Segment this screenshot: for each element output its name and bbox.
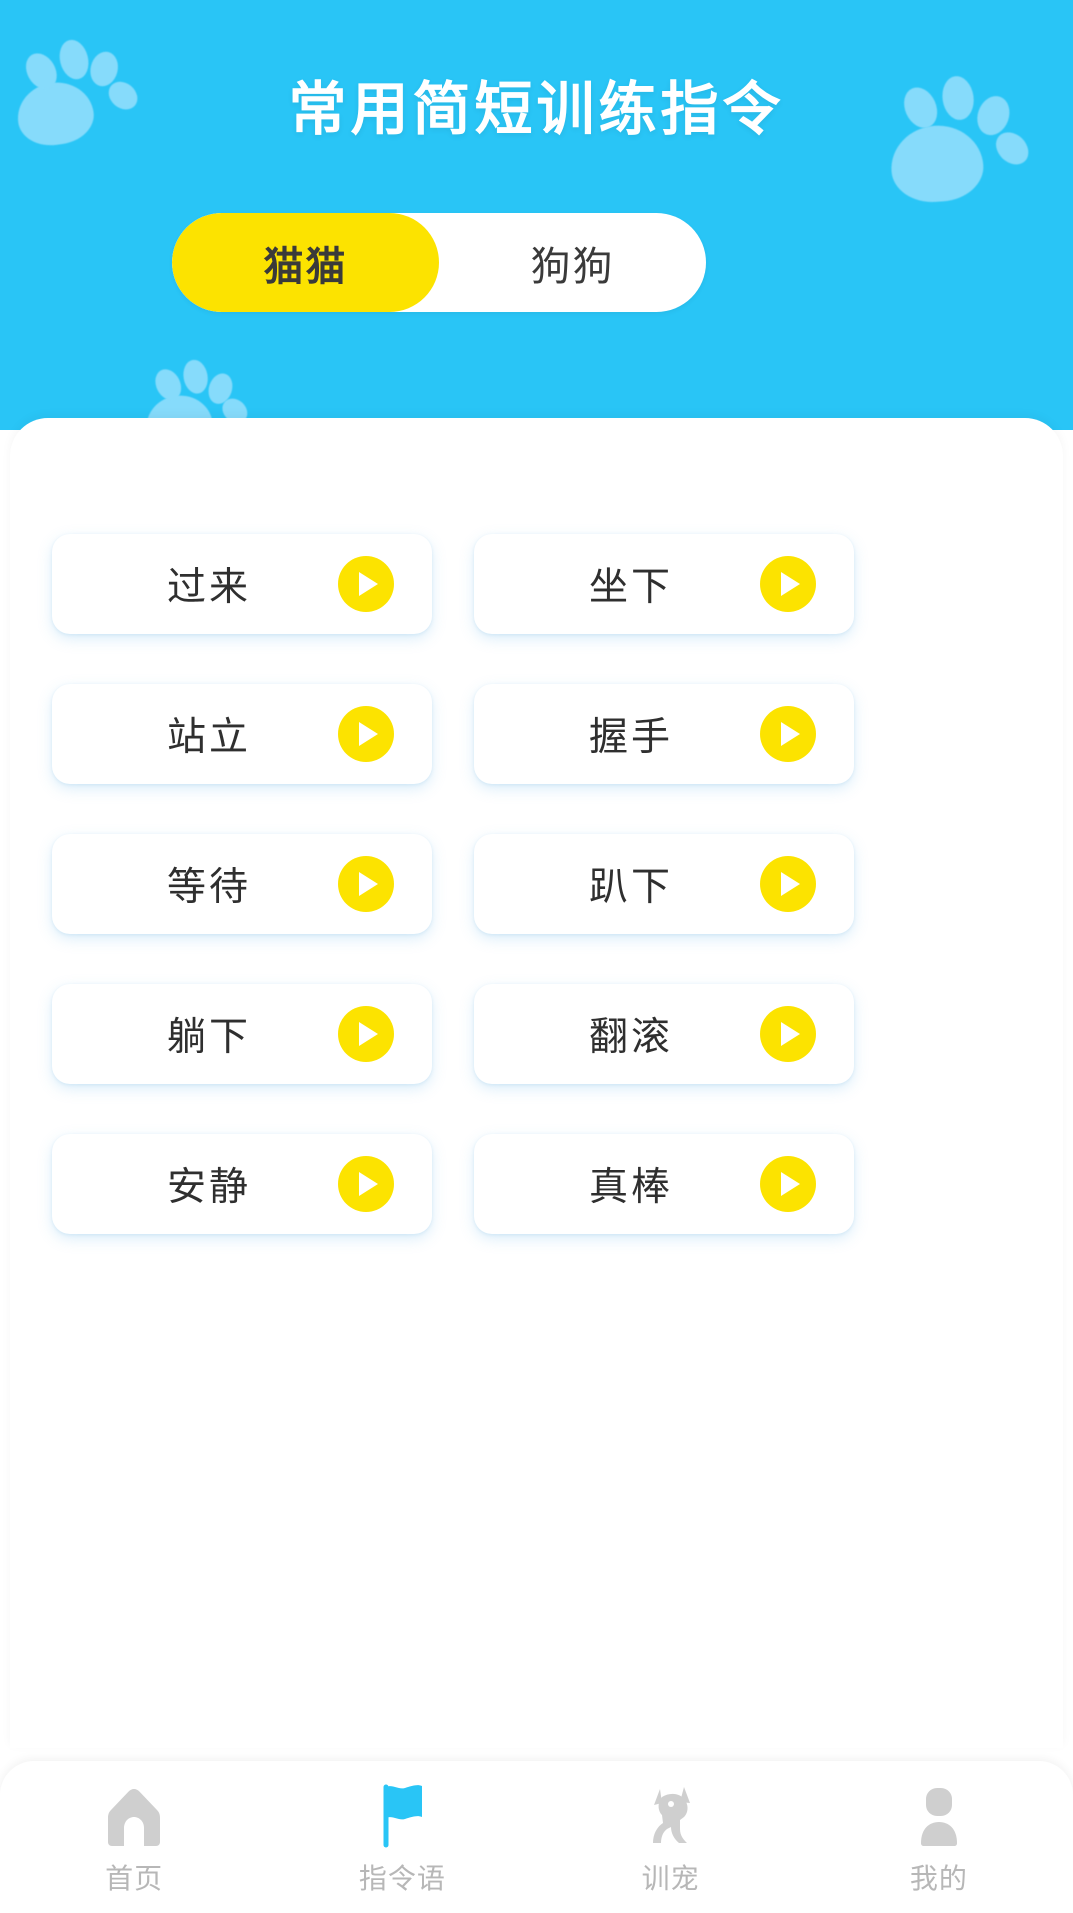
dog-icon (640, 1783, 702, 1851)
command-label: 翻滚 (588, 1016, 673, 1059)
play-icon[interactable] (338, 556, 394, 612)
page-header: 常用简短训练指令 猫猫 狗狗 (0, 0, 1073, 430)
segment-option-dog[interactable]: 狗狗 (439, 213, 706, 312)
play-icon[interactable] (338, 856, 394, 912)
commands-panel: 过来 坐下 站立 握手 等待 趴下 躺下 翻滚 安静 真棒 (10, 418, 1063, 1748)
bottom-navigation: 首页 指令语 训宠 我的 (0, 1761, 1073, 1913)
person-icon (908, 1783, 970, 1851)
command-card[interactable]: 翻滚 (474, 984, 854, 1084)
command-label: 躺下 (166, 1016, 251, 1059)
segment-option-cat[interactable]: 猫猫 (172, 213, 439, 312)
play-icon[interactable] (760, 1006, 816, 1062)
nav-label: 指令语 (358, 1863, 446, 1894)
command-card[interactable]: 过来 (52, 534, 432, 634)
command-label: 握手 (588, 716, 673, 759)
pet-type-segmented-control[interactable]: 猫猫 狗狗 (172, 213, 706, 312)
command-label: 安静 (166, 1166, 251, 1209)
nav-item-training[interactable]: 训宠 (537, 1783, 805, 1897)
command-label: 等待 (166, 866, 251, 909)
nav-label: 首页 (105, 1863, 164, 1894)
nav-label: 训宠 (641, 1863, 700, 1894)
page-title: 常用简短训练指令 (288, 77, 785, 142)
commands-grid: 过来 坐下 站立 握手 等待 趴下 躺下 翻滚 安静 真棒 (52, 534, 1027, 1234)
command-card[interactable]: 等待 (52, 834, 432, 934)
command-label: 过来 (166, 566, 251, 609)
app-screen: 常用简短训练指令 猫猫 狗狗 过来 坐下 站立 握手 等待 趴下 躺下 翻滚 安… (0, 0, 1073, 1913)
command-label: 趴下 (588, 866, 673, 909)
home-icon (103, 1783, 165, 1851)
nav-item-commands[interactable]: 指令语 (268, 1783, 536, 1897)
nav-item-home[interactable]: 首页 (0, 1783, 268, 1897)
command-card[interactable]: 安静 (52, 1134, 432, 1234)
play-icon[interactable] (760, 1156, 816, 1212)
nav-label: 我的 (909, 1863, 968, 1894)
play-icon[interactable] (760, 856, 816, 912)
play-icon[interactable] (338, 1156, 394, 1212)
play-icon[interactable] (338, 1006, 394, 1062)
command-card[interactable]: 真棒 (474, 1134, 854, 1234)
command-label: 坐下 (588, 566, 673, 609)
play-icon[interactable] (760, 556, 816, 612)
nav-item-profile[interactable]: 我的 (805, 1783, 1073, 1897)
command-card[interactable]: 坐下 (474, 534, 854, 634)
command-label: 真棒 (588, 1166, 673, 1209)
flag-icon (371, 1783, 433, 1851)
command-label: 站立 (166, 716, 251, 759)
command-card[interactable]: 趴下 (474, 834, 854, 934)
play-icon[interactable] (760, 706, 816, 762)
command-card[interactable]: 躺下 (52, 984, 432, 1084)
play-icon[interactable] (338, 706, 394, 762)
command-card[interactable]: 握手 (474, 684, 854, 784)
command-card[interactable]: 站立 (52, 684, 432, 784)
